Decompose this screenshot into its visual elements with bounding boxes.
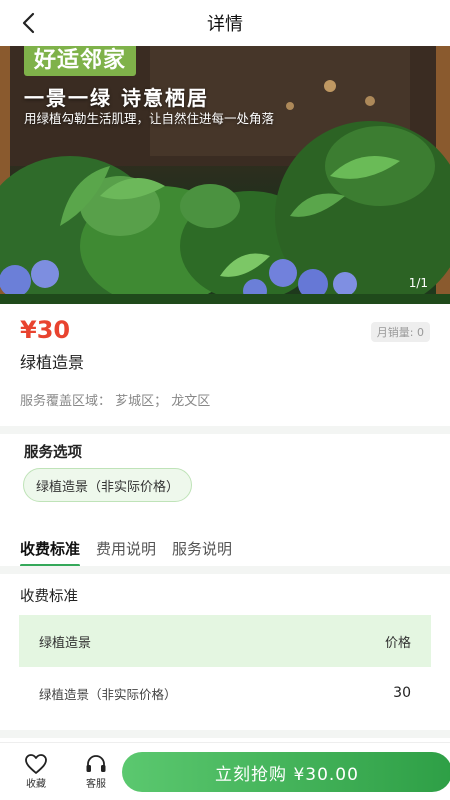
table-header: 绿植造景 价格 bbox=[19, 615, 431, 667]
back-button[interactable] bbox=[14, 8, 44, 38]
product-name: 绿植造景 bbox=[20, 353, 85, 372]
price: ¥30 bbox=[20, 316, 71, 344]
favorite-label: 收藏 bbox=[26, 779, 46, 790]
tab-fee-standard[interactable]: 收费标准 bbox=[20, 538, 81, 567]
monthly-sales-badge: 月销量: 0 bbox=[370, 322, 430, 342]
headset-icon bbox=[86, 755, 106, 772]
customer-service-button[interactable]: 客服 bbox=[76, 753, 116, 790]
heart-icon bbox=[25, 754, 47, 774]
service-option-chip[interactable]: 绿植造景（非实际价格） bbox=[23, 468, 193, 502]
page-title: 详情 bbox=[207, 14, 243, 35]
hero-image[interactable]: 好适邻家 一景一绿 诗意栖居 用绿植勾勒生活肌理，让自然住进每一处角落 1/1 bbox=[0, 46, 450, 304]
fee-standard-title: 收费标准 bbox=[20, 589, 78, 605]
chevron-left-icon bbox=[22, 12, 35, 34]
top-bar: 详情 bbox=[0, 0, 450, 46]
buy-now-button[interactable]: 立刻抢购 ¥30.00 bbox=[122, 752, 450, 792]
detail-page: 详情 好适邻家 一景一绿 诗意栖居 用绿植勾勒生活肌理，让自然住进每一处角落 1… bbox=[0, 0, 450, 800]
section-divider bbox=[0, 730, 450, 738]
hero-title: 一景一绿 诗意栖居 bbox=[24, 86, 209, 110]
service-options-title: 服务选项 bbox=[24, 445, 82, 461]
tab-fee-description[interactable]: 费用说明 bbox=[96, 538, 156, 565]
table-row: 绿植造景（非实际价格） 30 bbox=[19, 667, 431, 719]
favorite-button[interactable]: 收藏 bbox=[16, 753, 56, 790]
service-area: 服务覆盖区域： 芗城区； 龙文区 bbox=[20, 394, 211, 409]
tab-service-description[interactable]: 服务说明 bbox=[172, 538, 232, 565]
section-divider bbox=[0, 566, 450, 574]
row-item-name: 绿植造景（非实际价格） bbox=[39, 686, 177, 702]
image-pager: 1/1 bbox=[408, 276, 428, 290]
column-header-price: 价格 bbox=[384, 635, 411, 651]
column-header-item: 绿植造景 bbox=[39, 635, 92, 651]
row-item-price: 30 bbox=[393, 685, 411, 701]
fee-table: 绿植造景 价格 绿植造景（非实际价格） 30 bbox=[19, 615, 431, 719]
section-divider bbox=[0, 426, 450, 434]
hero-subtitle: 用绿植勾勒生活肌理，让自然住进每一处角落 bbox=[24, 111, 275, 126]
brand-logo: 好适邻家 bbox=[24, 46, 137, 76]
detail-tabs: 收费标准 费用说明 服务说明 bbox=[20, 538, 232, 567]
service-label: 客服 bbox=[86, 779, 106, 790]
